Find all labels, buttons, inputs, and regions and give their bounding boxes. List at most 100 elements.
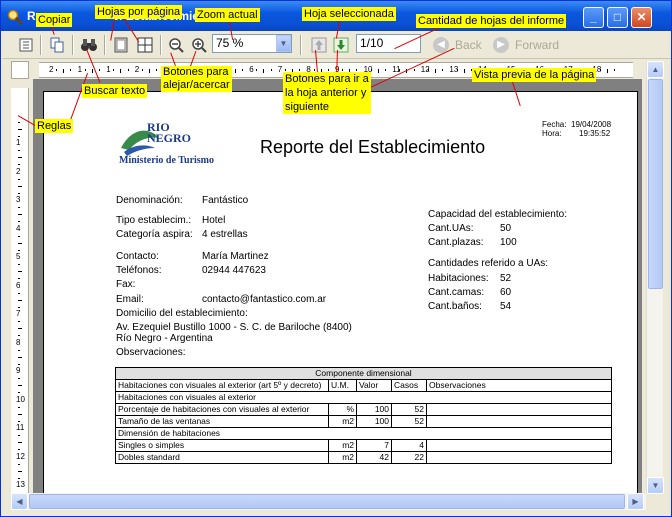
maximize-button[interactable]: □ (607, 7, 628, 28)
row-name: Tamaño de las ventanas (115, 415, 329, 428)
ruler-tick-mark (399, 69, 401, 71)
callout-cantidad-hojas: Cantidad de hojas del informe (416, 14, 567, 28)
ruler-tick-mark (18, 299, 22, 301)
back-label: Back (455, 38, 482, 52)
cant-plazas-value: 100 (500, 237, 517, 248)
multi-page-button[interactable] (134, 34, 156, 56)
ruler-tick-label: 6 (16, 280, 21, 290)
scroll-left-icon[interactable]: ◀ (11, 493, 28, 510)
table-title-row: Componente dimensional (115, 367, 612, 380)
chevron-down-icon[interactable]: ▼ (276, 35, 291, 52)
vertical-scrollbar[interactable]: ▲ ▼ (646, 61, 664, 494)
header-um: U.M. (328, 379, 357, 392)
ruler-tick-mark (370, 69, 372, 71)
toolbar-separator (40, 35, 42, 55)
ruler-tick-mark (18, 335, 20, 337)
ruler-tick-mark (18, 128, 22, 130)
ruler-tick-mark (141, 69, 143, 71)
callout-zoom-actual: Zoom actual (195, 8, 260, 22)
horizontal-scrollbar[interactable]: ◀ ▶ (11, 493, 646, 510)
ruler-tick-mark (18, 463, 20, 465)
componente-table: Componente dimensional Habitaciones con … (115, 367, 612, 464)
ruler-tick-mark (413, 69, 415, 71)
cant-uas-value: 50 (500, 223, 512, 234)
ruler-tick-mark (427, 69, 429, 71)
ruler-tick-mark (606, 69, 608, 73)
header-name: Habitaciones con visuales al exterior (a… (115, 379, 329, 392)
zoom-out-icon (169, 38, 184, 53)
categoria-value: 4 estrellas (202, 229, 248, 240)
ruler-tick-mark (18, 292, 20, 294)
callout-botones-zoom-line1: Botones para (163, 66, 229, 78)
ruler-tick-label: 2 (16, 166, 21, 176)
table-row: Singles o simples m2 7 4 (115, 439, 612, 452)
section2-title: Dimensión de habitaciones (115, 427, 612, 440)
table-row: Porcentaje de habitaciones con visuales … (115, 403, 612, 416)
report-title: Reporte del Establecimiento (260, 137, 486, 157)
row-obs (426, 415, 612, 428)
logo-text-ministerio: Ministerio de Turismo (119, 155, 215, 166)
ruler-tick-label: 12 (16, 451, 25, 461)
camas-label: Cant.camas: (428, 287, 485, 298)
fax-label: Fax: (116, 279, 136, 290)
ruler-tick-mark (18, 242, 22, 244)
ruler-tick-label: 8 (16, 337, 21, 347)
horizontal-scroll-thumb[interactable] (29, 494, 625, 509)
vertical-scroll-thumb[interactable] (648, 79, 663, 289)
ruler-tick-mark (463, 69, 465, 73)
forward-button[interactable]: ▶ Forward (493, 35, 559, 55)
forward-arrow-icon: ▶ (493, 37, 509, 53)
show-panel-button[interactable] (15, 34, 37, 56)
ruler-tick-mark (18, 442, 22, 444)
zoom-in-button[interactable] (188, 34, 210, 56)
row-um: % (328, 403, 357, 416)
next-page-button[interactable] (330, 34, 352, 56)
binoculars-icon (81, 39, 97, 51)
fecha-label: Fecha: (542, 120, 567, 129)
previous-page-button[interactable] (308, 34, 330, 56)
ruler-corner (11, 61, 29, 79)
ruler-tick-mark (18, 470, 22, 472)
ruler-tick-mark (18, 121, 20, 123)
back-button[interactable]: ◀ Back (433, 35, 482, 55)
page-preview-area[interactable]: Fecha: 19/04/2008 Hora: 19:35:52 RIO NEG… (33, 79, 642, 493)
callout-hojas-por-pagina: Hojas por página (95, 5, 183, 19)
zoom-out-button[interactable] (165, 34, 187, 56)
table-title: Componente dimensional (115, 367, 612, 380)
ruler-tick-mark (18, 385, 22, 387)
scroll-down-icon[interactable]: ▼ (647, 477, 664, 494)
row-um: m2 (328, 451, 357, 464)
ruler-tick-label: 7 (16, 309, 21, 318)
ruler-tick-mark (18, 420, 20, 422)
ruler-tick-mark (70, 69, 72, 71)
ruler-tick-mark (18, 192, 20, 194)
row-valor: 100 (356, 415, 392, 428)
panel-icon (19, 38, 33, 52)
callout-buscar-texto: Buscar texto (82, 84, 148, 98)
denominacion-value: Fantástico (202, 195, 249, 206)
close-button[interactable]: ✕ (631, 7, 652, 28)
minimize-button[interactable]: _ (583, 7, 604, 28)
find-text-button[interactable] (78, 34, 100, 56)
scroll-right-icon[interactable]: ▶ (627, 493, 644, 510)
section1-title: Habitaciones con visuales al exterior (115, 391, 612, 404)
ruler-tick-label: 11 (16, 423, 25, 432)
ruler-tick-label: 1 (106, 65, 111, 74)
ruler-tick-mark (18, 185, 22, 187)
callout-botones-hoja-line3: siguiente (285, 101, 330, 113)
ruler-tick-mark (18, 392, 20, 394)
ruler-tick-mark (284, 69, 286, 71)
scroll-up-icon[interactable]: ▲ (647, 61, 664, 78)
telefonos-label: Teléfonos: (116, 265, 162, 276)
ruler-tick-mark (120, 69, 122, 73)
ruler-tick-label: 7 (277, 65, 283, 74)
current-page-field[interactable]: 1/10 (356, 34, 421, 53)
copy-button[interactable] (46, 34, 68, 56)
domicilio-label: Domicilio del establecimiento: (116, 308, 248, 319)
single-page-button[interactable] (110, 34, 132, 56)
habitaciones-value: 52 (500, 273, 512, 284)
zoom-value: 75 % (216, 36, 244, 50)
ruler-tick-mark (149, 69, 150, 73)
ruler-tick-mark (234, 69, 236, 73)
callout-botones-zoom: Botones para alejar/acercar (161, 66, 232, 92)
